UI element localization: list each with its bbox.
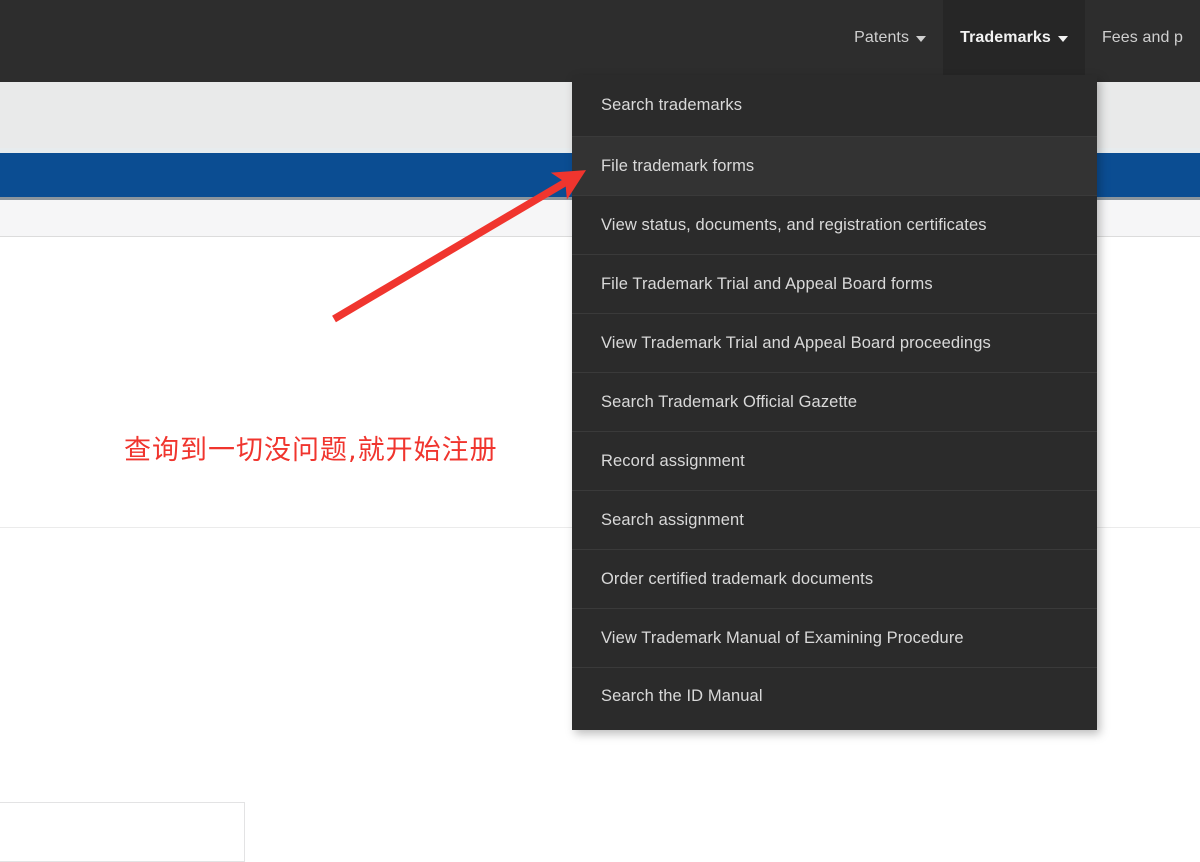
menu-item-label: File trademark forms [601,156,755,175]
chevron-down-icon [916,35,927,42]
nav-item-fees-label: Fees and p [1101,28,1183,46]
menu-item-label: Search the ID Manual [601,687,763,705]
menu-item-label: Order certified trademark documents [601,569,874,588]
menu-item-record-assignment[interactable]: Record assignment [572,431,1097,490]
nav-item-patents-label: Patents [854,28,910,46]
nav-item-trademarks-label: Trademarks [960,28,1051,46]
menu-item-view-status-documents[interactable]: View status, documents, and registration… [572,195,1097,254]
annotation-note: 查询到一切没问题,就开始注册 [124,435,498,466]
menu-item-view-tmep[interactable]: View Trademark Manual of Examining Proce… [572,608,1097,667]
top-navigation: Patents Trademarks Fees and p [0,0,1200,82]
menu-item-file-trademark-forms[interactable]: File trademark forms [572,136,1097,195]
menu-item-search-trademarks[interactable]: Search trademarks [572,75,1097,136]
menu-item-label: Search trademarks [601,96,743,114]
menu-item-label: Search Trademark Official Gazette [601,392,858,411]
bottom-left-card [0,802,245,862]
menu-item-order-certified-documents[interactable]: Order certified trademark documents [572,549,1097,608]
menu-item-file-ttab-forms[interactable]: File Trademark Trial and Appeal Board fo… [572,254,1097,313]
menu-item-view-ttab-proceedings[interactable]: View Trademark Trial and Appeal Board pr… [572,313,1097,372]
menu-item-search-official-gazette[interactable]: Search Trademark Official Gazette [572,372,1097,431]
nav-item-trademarks[interactable]: Trademarks [943,0,1085,75]
trademarks-dropdown-menu[interactable]: Search trademarks File trademark forms V… [572,75,1097,730]
menu-item-label: View Trademark Trial and Appeal Board pr… [601,333,991,352]
menu-item-label: File Trademark Trial and Appeal Board fo… [601,274,933,293]
menu-item-label: View status, documents, and registration… [601,215,987,234]
menu-item-label: View Trademark Manual of Examining Proce… [601,628,964,647]
menu-item-search-assignment[interactable]: Search assignment [572,490,1097,549]
menu-item-label: Search assignment [601,510,744,529]
menu-item-label: Record assignment [601,451,745,470]
nav-item-fees-and-payment[interactable]: Fees and p [1085,0,1200,75]
menu-item-search-id-manual[interactable]: Search the ID Manual [572,667,1097,725]
chevron-down-icon [1057,35,1068,42]
nav-item-patents[interactable]: Patents [837,0,943,75]
